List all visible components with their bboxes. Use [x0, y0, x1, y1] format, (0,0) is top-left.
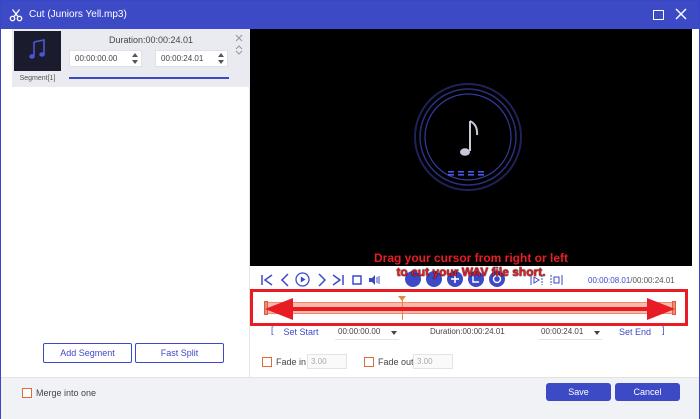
save-button[interactable]: Save: [546, 383, 611, 401]
audio-preview: [250, 29, 692, 266]
segment-duration: Duration:00:00:24.01: [109, 35, 194, 45]
start-time-value: 00:00:00.00: [338, 327, 381, 336]
music-note-icon: [460, 120, 479, 156]
stepper-icon[interactable]: [132, 52, 138, 65]
fade-in-input[interactable]: 3.00: [307, 354, 347, 369]
segment-start-value: 00:00:00.00: [75, 54, 118, 63]
set-start-button[interactable]: Set Start: [271, 324, 331, 340]
segment-range-bar: [69, 77, 229, 79]
maximize-icon[interactable]: [653, 10, 664, 20]
fade-out-input[interactable]: 3.00: [413, 354, 453, 369]
title-bar: Cut (Juniors Yell.mp3): [1, 1, 699, 29]
chevron-down-icon[interactable]: [594, 331, 600, 335]
annotation-line-1: Drag your cursor from right or left: [373, 251, 569, 265]
segment-item[interactable]: Segment[1] Duration:00:00:24.01 00:00:00…: [12, 29, 250, 87]
trim-settings: [ Set Start 00:00:00.00 Duration:00:00:2…: [259, 323, 684, 341]
footer-bar: Merge into one Save Cancel: [1, 377, 699, 419]
fade-out-checkbox[interactable]: [364, 357, 374, 367]
double-arrow-annotation: [265, 298, 675, 320]
equalizer-icon: [448, 171, 484, 176]
fade-in-value: 3.00: [311, 357, 327, 366]
cut-dialog: Cut (Juniors Yell.mp3) Segment[1] Durati…: [0, 0, 700, 419]
stepper-icon[interactable]: [218, 52, 224, 65]
segment-end-input[interactable]: 00:00:24.01: [155, 50, 228, 67]
add-segment-button[interactable]: Add Segment: [43, 343, 132, 363]
fast-split-button[interactable]: Fast Split: [135, 343, 224, 363]
set-end-button[interactable]: Set End: [605, 324, 665, 340]
fade-in-checkbox[interactable]: [262, 357, 272, 367]
cancel-button[interactable]: Cancel: [615, 383, 680, 401]
segment-thumbnail: [14, 31, 61, 71]
start-time-input[interactable]: 00:00:00.00: [335, 324, 399, 340]
delete-segment-icon[interactable]: [235, 34, 243, 42]
fade-out-value: 3.00: [417, 357, 433, 366]
fade-in-label: Fade in: [276, 357, 307, 367]
segment-label: Segment[1]: [19, 75, 56, 82]
reorder-icon[interactable]: [235, 45, 243, 55]
chevron-down-icon[interactable]: [391, 331, 397, 335]
annotation-line-2: to cut your WAV file short.: [396, 265, 546, 279]
close-icon[interactable]: [674, 7, 688, 21]
segment-end-value: 00:00:24.01: [161, 54, 204, 63]
audio-visual: [414, 83, 522, 191]
fade-out-label: Fade out: [378, 357, 414, 367]
trim-timeline: [250, 289, 688, 326]
segment-panel: Segment[1] Duration:00:00:24.01 00:00:00…: [12, 29, 250, 377]
scissors-icon: [9, 9, 23, 22]
end-time-value: 00:00:24.01: [541, 327, 584, 336]
instruction-annotation: Drag your cursor from right or left to c…: [250, 251, 692, 279]
segment-start-input[interactable]: 00:00:00.00: [69, 50, 142, 67]
merge-label: Merge into one: [36, 388, 97, 398]
window-title: Cut (Juniors Yell.mp3): [29, 9, 127, 20]
merge-checkbox[interactable]: [22, 388, 32, 398]
end-bracket-icon: ]: [662, 325, 665, 335]
trim-duration: Duration:00:00:24.01: [430, 327, 505, 336]
end-time-input[interactable]: 00:00:24.01: [538, 324, 602, 340]
music-note-icon: [29, 39, 45, 59]
